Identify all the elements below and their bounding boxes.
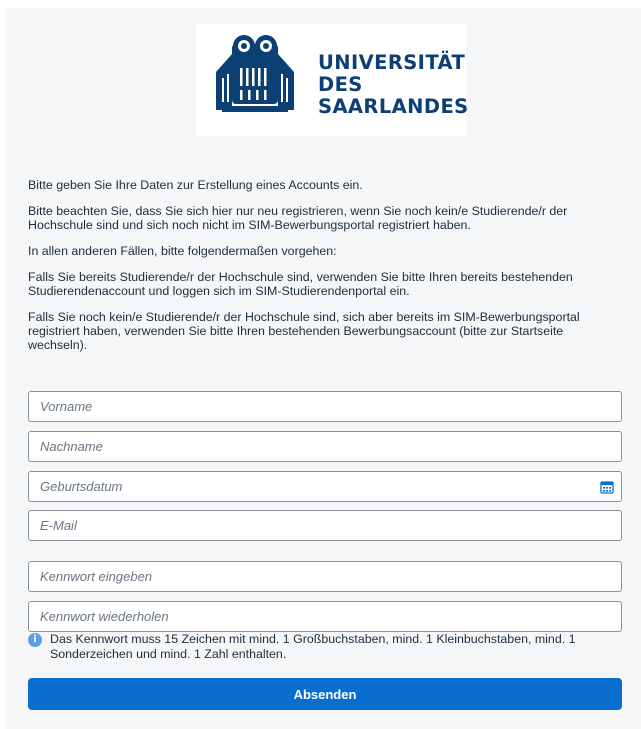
password-repeat-input[interactable] bbox=[29, 602, 621, 631]
password-input[interactable] bbox=[29, 562, 621, 591]
email-input[interactable] bbox=[29, 511, 621, 540]
logo-line-2: DES bbox=[318, 73, 363, 96]
owl-logo-icon bbox=[216, 35, 294, 112]
intro-paragraph-3: In allen anderen Fällen, bitte folgender… bbox=[28, 244, 337, 258]
birth-date-input[interactable] bbox=[29, 472, 621, 501]
intro-text: Bitte geben Sie Ihre Daten zur Erstellun… bbox=[28, 178, 618, 364]
last-name-field[interactable] bbox=[28, 431, 622, 462]
password-hint: i Das Kennwort muss 15 Zeichen mit mind.… bbox=[28, 632, 622, 664]
calendar-icon[interactable] bbox=[600, 480, 614, 494]
intro-paragraph-1: Bitte geben Sie Ihre Daten zur Erstellun… bbox=[28, 178, 363, 192]
university-logo: UNIVERSITÄT DES SAARLANDES bbox=[196, 24, 469, 136]
intro-paragraph-5: Falls Sie noch kein/e Studierende/r der … bbox=[28, 310, 580, 352]
password-hint-text: Das Kennwort muss 15 Zeichen mit mind. 1… bbox=[50, 632, 576, 661]
password-field[interactable] bbox=[28, 561, 622, 592]
info-icon: i bbox=[28, 633, 42, 647]
logo-line-1: UNIVERSITÄT bbox=[318, 51, 466, 74]
university-name: UNIVERSITÄT DES SAARLANDES bbox=[318, 52, 469, 118]
birth-date-field[interactable] bbox=[28, 471, 622, 502]
logo-line-3: SAARLANDES bbox=[318, 95, 469, 118]
last-name-input[interactable] bbox=[29, 432, 621, 461]
intro-paragraph-4: Falls Sie bereits Studierende/r der Hoch… bbox=[28, 270, 573, 298]
first-name-input[interactable] bbox=[29, 392, 621, 421]
intro-paragraph-2: Bitte beachten Sie, dass Sie sich hier n… bbox=[28, 204, 568, 232]
submit-button[interactable]: Absenden bbox=[28, 678, 622, 710]
email-field[interactable] bbox=[28, 510, 622, 541]
password-repeat-field[interactable] bbox=[28, 601, 622, 632]
first-name-field[interactable] bbox=[28, 391, 622, 422]
